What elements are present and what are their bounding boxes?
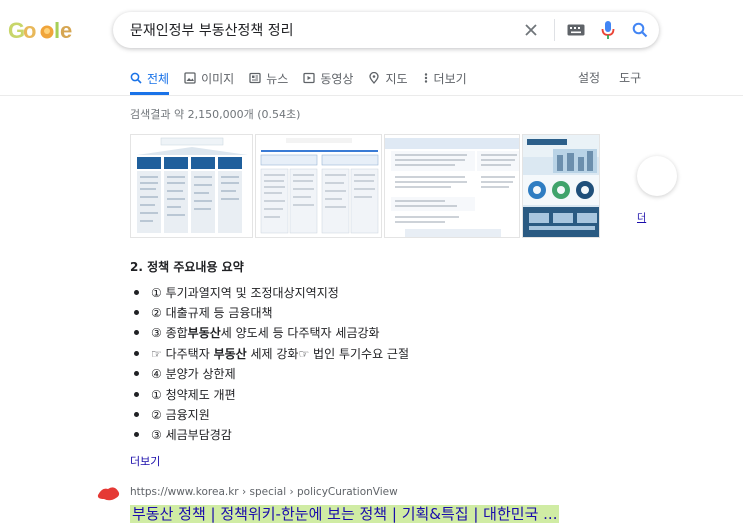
red-annotation-mark [97, 487, 120, 501]
image-thumbnail[interactable] [522, 134, 600, 238]
list-item: ③ 세금부담경감 [130, 425, 409, 445]
list-item: ② 대출규제 등 금융대책 [130, 302, 409, 322]
image-thumbnail[interactable] [384, 134, 520, 238]
search-tabs: 전체 이미지 뉴스 동영상 지도 더보기 [130, 69, 482, 87]
header-divider [0, 95, 743, 96]
microphone-icon[interactable] [595, 17, 621, 43]
svg-text:e: e [60, 18, 72, 43]
featured-snippet-title: 2. 정책 주요내용 요약 [130, 260, 244, 274]
tab-more[interactable]: 더보기 [423, 69, 467, 87]
result-url: https://www.korea.kr › special › policyC… [130, 486, 398, 498]
search-box[interactable]: 문재인정부 부동산정책 정리 [113, 12, 659, 48]
image-carousel [130, 134, 602, 238]
tab-label: 전체 [147, 71, 170, 86]
image-icon [184, 72, 196, 84]
search-input[interactable]: 문재인정부 부동산정책 정리 [130, 20, 518, 40]
clear-icon[interactable] [518, 17, 544, 43]
tab-maps[interactable]: 지도 [368, 69, 408, 87]
tab-news[interactable]: 뉴스 [249, 69, 288, 87]
result-title-link[interactable]: 부동산 정책 | 정책위키-한눈에 보는 정책 | 기획&특집 | 대한민국 .… [130, 503, 560, 524]
tab-label: 지도 [385, 71, 408, 86]
more-vert-icon [424, 73, 427, 83]
tab-images[interactable]: 이미지 [184, 69, 234, 87]
list-item: ③ 종합 부동산 세 양도세 등 다주택자 세금강화 [130, 323, 409, 343]
keyboard-icon[interactable] [563, 17, 589, 43]
list-item: ② 금융지원 [130, 404, 409, 424]
carousel-more-link[interactable]: 더 [637, 209, 646, 224]
tab-label: 더보기 [433, 71, 467, 86]
settings-link[interactable]: 설정 [578, 69, 600, 86]
list-item: ① 청약제도 개편 [130, 384, 409, 404]
search-divider [554, 19, 555, 41]
list-item: ① 투기과열지역 및 조정대상지역지정 [130, 282, 409, 302]
result-stats: 검색결과 약 2,150,000개 (0.54초) [130, 108, 301, 121]
tab-label: 동영상 [320, 71, 354, 86]
tools-bar: 설정 도구 [578, 69, 660, 86]
video-icon [303, 72, 315, 84]
more-link[interactable]: 더보기 [130, 453, 160, 469]
carousel-next-button[interactable] [637, 156, 677, 196]
map-pin-icon [369, 72, 380, 84]
image-thumbnail[interactable] [255, 134, 382, 238]
news-icon [249, 72, 261, 84]
list-item: ☞ 다주택자 부동산 세제 강화☞ 법인 투기수요 근절 [130, 343, 409, 363]
tab-videos[interactable]: 동영상 [303, 69, 353, 87]
search-icon[interactable] [627, 17, 653, 43]
svg-text:o: o [23, 18, 36, 43]
search-icon [130, 72, 142, 84]
tab-label: 이미지 [201, 71, 235, 86]
google-logo[interactable]: G o l e [8, 14, 82, 50]
tools-link[interactable]: 도구 [619, 69, 641, 86]
image-thumbnail[interactable] [130, 134, 253, 238]
tab-all[interactable]: 전체 [130, 69, 169, 87]
list-item: ④ 분양가 상한제 [130, 364, 409, 384]
tab-label: 뉴스 [266, 71, 289, 86]
featured-snippet-list: ① 투기과열지역 및 조정대상지역지정 ② 대출규제 등 금융대책 ③ 종합 부동… [130, 282, 409, 445]
